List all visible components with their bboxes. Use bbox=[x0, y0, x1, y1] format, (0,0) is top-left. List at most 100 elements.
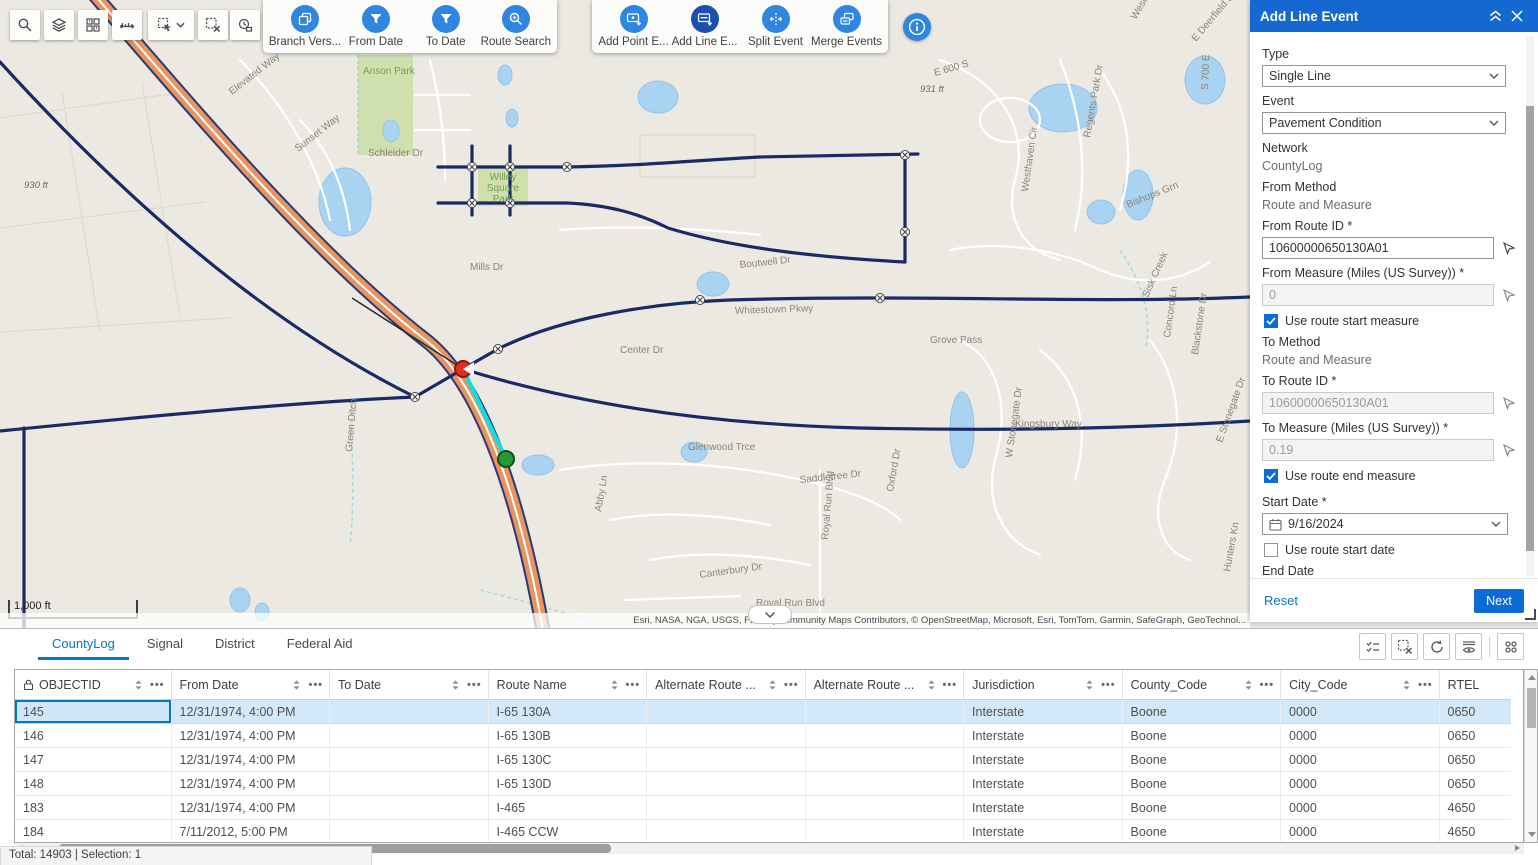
cell-alternate-route-2[interactable] bbox=[806, 700, 965, 724]
table-vscroll-thumb[interactable] bbox=[1527, 688, 1536, 728]
cell-alternate-route-1[interactable] bbox=[647, 724, 806, 748]
cell-objectid[interactable]: 146 bbox=[15, 724, 172, 748]
table-row[interactable]: 183 12/31/1974, 4:00 PM I-465 Interstate… bbox=[15, 796, 1511, 820]
cell-jurisdiction[interactable]: Interstate bbox=[964, 772, 1123, 796]
scroll-down-arrow[interactable] bbox=[1528, 832, 1536, 837]
cell-alternate-route-1[interactable] bbox=[647, 772, 806, 796]
panel-resize-handle[interactable] bbox=[1525, 609, 1536, 620]
cell-objectid[interactable]: 184 bbox=[15, 820, 172, 843]
time-slider-button[interactable] bbox=[230, 10, 260, 40]
cell-alternate-route-2[interactable] bbox=[806, 820, 965, 843]
sort-icon[interactable] bbox=[768, 679, 777, 691]
cell-objectid[interactable]: 145 bbox=[15, 700, 172, 724]
cell-from-date[interactable]: 12/31/1974, 4:00 PM bbox=[172, 724, 331, 748]
column-header-alternate-route-1[interactable]: Alternate Route ... ••• bbox=[647, 670, 806, 700]
scroll-up-arrow[interactable] bbox=[1528, 675, 1536, 680]
use-route-end-measure-checkbox[interactable]: Use route end measure bbox=[1264, 469, 1526, 483]
column-menu-button[interactable]: ••• bbox=[150, 679, 165, 691]
panel-scrollbar[interactable] bbox=[1526, 36, 1534, 576]
measure-button[interactable] bbox=[112, 10, 142, 40]
panel-scrollbar-thumb[interactable] bbox=[1526, 106, 1534, 551]
to-measure-input[interactable] bbox=[1262, 439, 1494, 461]
cell-alternate-route-1[interactable] bbox=[647, 796, 806, 820]
cell-objectid[interactable]: 148 bbox=[15, 772, 172, 796]
column-header-city-code[interactable]: City_Code ••• bbox=[1281, 670, 1440, 700]
close-panel-button[interactable] bbox=[1506, 5, 1528, 27]
tool-to-date[interactable]: To Date bbox=[411, 5, 481, 48]
sort-icon[interactable] bbox=[1085, 679, 1094, 691]
cell-city-code[interactable]: 0000 bbox=[1281, 724, 1440, 748]
from-route-pick-button[interactable] bbox=[1499, 238, 1519, 258]
tool-route-search[interactable]: Route Search bbox=[481, 5, 551, 48]
cell-county-code[interactable]: Boone bbox=[1123, 724, 1282, 748]
tab-district[interactable]: District bbox=[201, 629, 269, 660]
show-selected-records-button[interactable] bbox=[1359, 633, 1386, 660]
sort-icon[interactable] bbox=[1244, 679, 1253, 691]
collapse-panel-button[interactable] bbox=[1484, 5, 1506, 27]
column-header-from-date[interactable]: From Date ••• bbox=[172, 670, 331, 700]
cell-objectid[interactable]: 183 bbox=[15, 796, 172, 820]
cell-from-date[interactable]: 12/31/1974, 4:00 PM bbox=[172, 772, 331, 796]
cell-rtel[interactable]: 0650 bbox=[1440, 724, 1511, 748]
map-search-button[interactable] bbox=[10, 10, 40, 40]
next-button[interactable]: Next bbox=[1474, 589, 1524, 613]
cell-alternate-route-2[interactable] bbox=[806, 796, 965, 820]
refresh-button[interactable] bbox=[1423, 633, 1450, 660]
use-route-start-date-checkbox[interactable]: Use route start date bbox=[1264, 543, 1526, 557]
column-menu-button[interactable]: ••• bbox=[784, 679, 799, 691]
cell-alternate-route-1[interactable] bbox=[647, 700, 806, 724]
cell-route-name[interactable]: I-65 130A bbox=[489, 700, 648, 724]
cell-jurisdiction[interactable]: Interstate bbox=[964, 700, 1123, 724]
cell-city-code[interactable]: 0000 bbox=[1281, 772, 1440, 796]
sort-icon[interactable] bbox=[1402, 679, 1411, 691]
table-row[interactable]: 184 7/11/2012, 5:00 PM I-465 CCW Interst… bbox=[15, 820, 1511, 843]
clear-table-selection-button[interactable] bbox=[1391, 633, 1418, 660]
to-route-id-input[interactable] bbox=[1262, 392, 1494, 414]
cell-route-name[interactable]: I-65 130C bbox=[489, 748, 648, 772]
from-measure-input[interactable] bbox=[1262, 284, 1494, 306]
cell-jurisdiction[interactable]: Interstate bbox=[964, 796, 1123, 820]
cell-jurisdiction[interactable]: Interstate bbox=[964, 748, 1123, 772]
cell-county-code[interactable]: Boone bbox=[1123, 820, 1282, 843]
sort-icon[interactable] bbox=[292, 679, 301, 691]
tab-countylog[interactable]: CountyLog bbox=[38, 629, 129, 660]
cell-route-name[interactable]: I-465 CCW bbox=[489, 820, 648, 843]
tool-split-event[interactable]: Split Event bbox=[740, 5, 811, 48]
column-header-county-code[interactable]: County_Code ••• bbox=[1123, 670, 1282, 700]
table-row[interactable]: 145 12/31/1974, 4:00 PM I-65 130A Inters… bbox=[15, 700, 1511, 724]
column-header-jurisdiction[interactable]: Jurisdiction ••• bbox=[964, 670, 1123, 700]
scroll-right-arrow[interactable] bbox=[1515, 845, 1520, 851]
column-header-objectid[interactable]: OBJECTID ••• bbox=[15, 670, 172, 700]
use-route-start-measure-checkbox[interactable]: Use route start measure bbox=[1264, 314, 1526, 328]
cell-alternate-route-2[interactable] bbox=[806, 748, 965, 772]
column-menu-button[interactable]: ••• bbox=[1260, 679, 1275, 691]
cell-city-code[interactable]: 0000 bbox=[1281, 796, 1440, 820]
cell-alternate-route-1[interactable] bbox=[647, 748, 806, 772]
column-menu-button[interactable]: ••• bbox=[943, 679, 958, 691]
cell-objectid[interactable]: 147 bbox=[15, 748, 172, 772]
column-menu-button[interactable]: ••• bbox=[626, 679, 641, 691]
column-header-route-name[interactable]: Route Name ••• bbox=[489, 670, 648, 700]
tool-add-line-event[interactable]: Add Line E... bbox=[669, 5, 740, 48]
cell-to-date[interactable] bbox=[330, 748, 489, 772]
sort-icon[interactable] bbox=[927, 679, 936, 691]
to-measure-pick-button[interactable] bbox=[1499, 440, 1519, 460]
cell-alternate-route-1[interactable] bbox=[647, 820, 806, 843]
cell-city-code[interactable]: 0000 bbox=[1281, 820, 1440, 843]
cell-from-date[interactable]: 12/31/1974, 4:00 PM bbox=[172, 748, 331, 772]
cell-from-date[interactable]: 12/31/1974, 4:00 PM bbox=[172, 796, 331, 820]
table-row[interactable]: 148 12/31/1974, 4:00 PM I-65 130D Inters… bbox=[15, 772, 1511, 796]
column-menu-button[interactable]: ••• bbox=[1418, 679, 1433, 691]
cell-county-code[interactable]: Boone bbox=[1123, 700, 1282, 724]
cell-rtel[interactable]: 4650 bbox=[1440, 796, 1511, 820]
to-route-pick-button[interactable] bbox=[1499, 393, 1519, 413]
column-header-alternate-route-2[interactable]: Alternate Route ... ••• bbox=[806, 670, 965, 700]
tool-from-date[interactable]: From Date bbox=[341, 5, 411, 48]
map-canvas[interactable]: Elevated Way Sunset Way Schleider Dr Mil… bbox=[0, 0, 1250, 628]
collapse-table-button[interactable] bbox=[748, 605, 792, 624]
sort-icon[interactable] bbox=[610, 679, 619, 691]
layers-button[interactable] bbox=[44, 10, 74, 40]
from-measure-pick-button[interactable] bbox=[1499, 285, 1519, 305]
select-tool-button[interactable] bbox=[148, 10, 194, 40]
cell-county-code[interactable]: Boone bbox=[1123, 796, 1282, 820]
